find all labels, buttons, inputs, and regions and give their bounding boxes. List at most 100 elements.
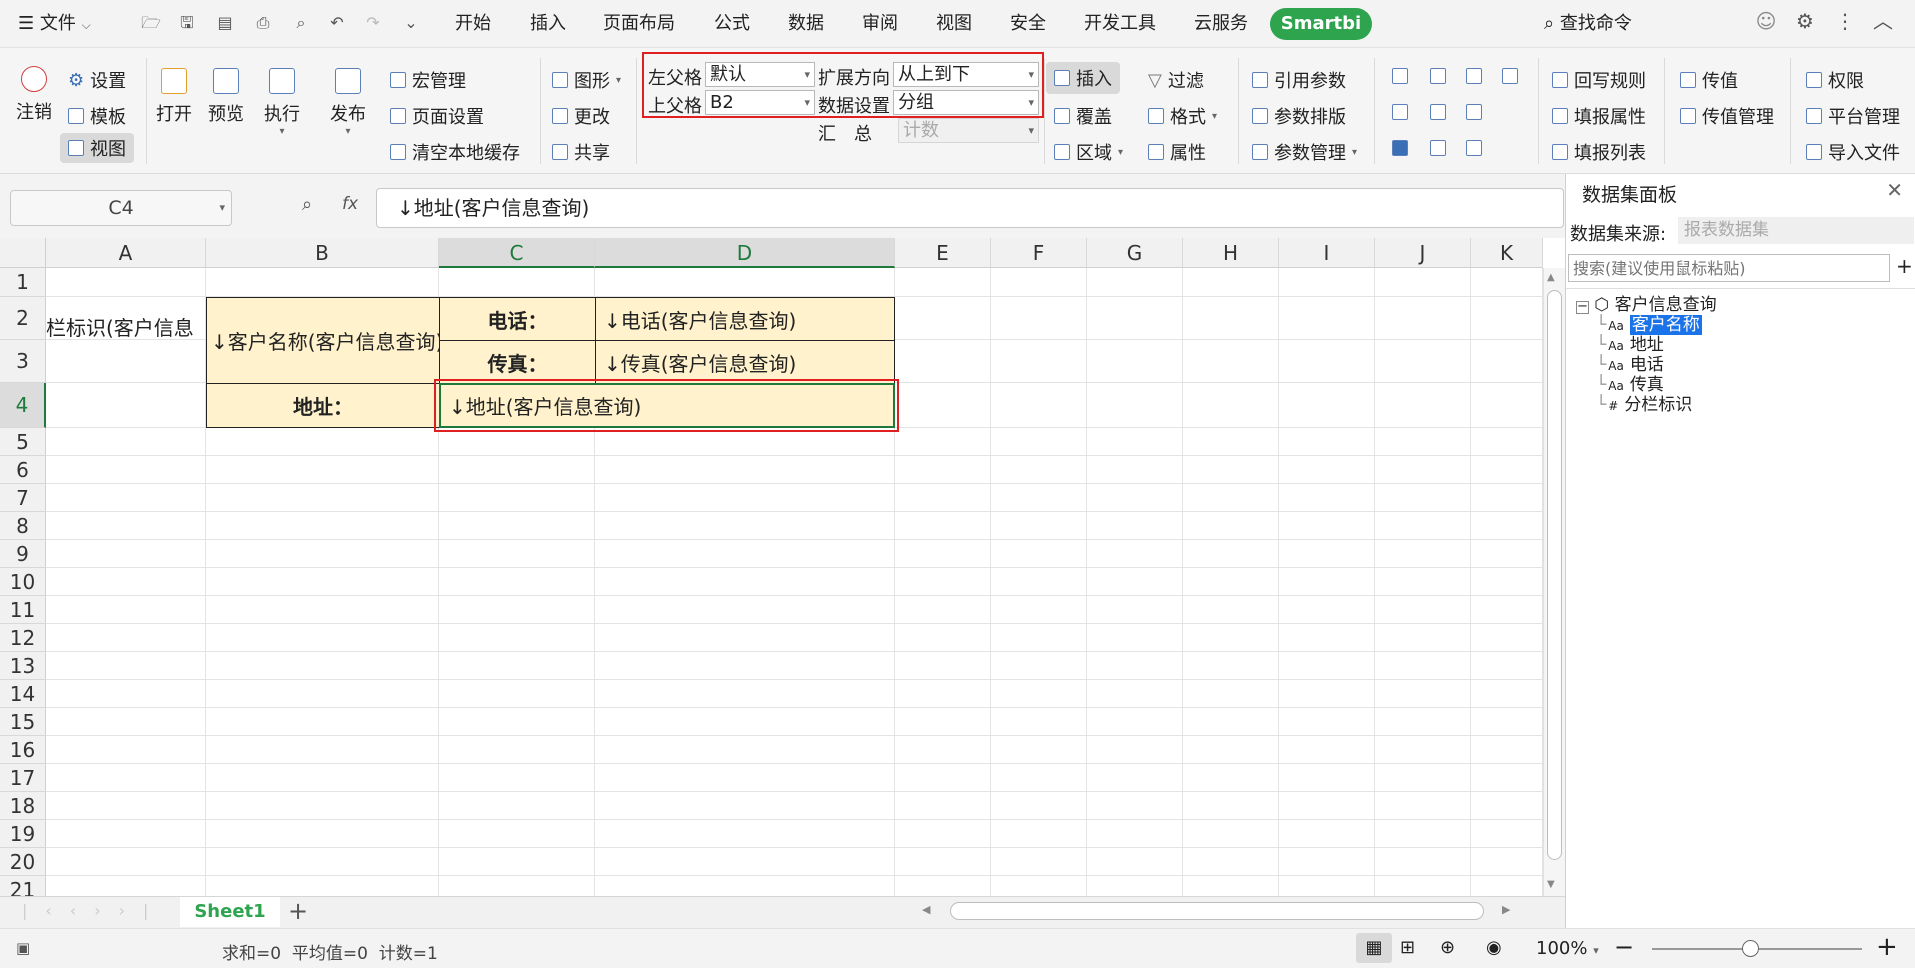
fill-list-button[interactable]: 填报列表 bbox=[1552, 139, 1646, 165]
row-header-10[interactable]: 10 bbox=[0, 568, 46, 596]
row-header-15[interactable]: 15 bbox=[0, 708, 46, 736]
zoom-slider-thumb[interactable] bbox=[1742, 940, 1759, 957]
control-icon-4[interactable] bbox=[1502, 68, 1518, 84]
control-icon-10[interactable] bbox=[1466, 140, 1482, 156]
horizontal-scrollbar[interactable]: ◀ ▶ bbox=[904, 901, 1544, 923]
row-header-9[interactable]: 9 bbox=[0, 540, 46, 568]
template-button[interactable]: 模板 bbox=[68, 103, 126, 129]
control-icon-1[interactable] bbox=[1392, 68, 1408, 84]
publish-button[interactable]: 发布 ▾ bbox=[324, 68, 372, 137]
row-header-11[interactable]: 11 bbox=[0, 596, 46, 624]
cell-a2[interactable]: 栏标识(客户信息 bbox=[46, 304, 206, 348]
gear-icon[interactable]: ⚙ bbox=[1794, 10, 1816, 32]
import-file-button[interactable]: 导入文件 bbox=[1806, 139, 1914, 165]
region-button[interactable]: 区域 ▾ bbox=[1054, 139, 1123, 165]
row-header-3[interactable]: 3 bbox=[0, 340, 46, 383]
param-layout-button[interactable]: 参数排版 bbox=[1252, 103, 1346, 129]
open-button[interactable]: 打开 bbox=[150, 68, 198, 126]
add-sheet-icon[interactable]: + bbox=[288, 897, 308, 925]
zoom-level[interactable]: 100% ▾ bbox=[1536, 938, 1599, 959]
column-header-a[interactable]: A bbox=[46, 238, 206, 268]
filter-button[interactable]: ▽ 过滤 bbox=[1148, 67, 1204, 93]
fill-property-button[interactable]: 填报属性 bbox=[1552, 103, 1646, 129]
summary-select[interactable]: 计数 ▾ bbox=[898, 118, 1039, 143]
insert-mode-button[interactable]: 插入 bbox=[1046, 62, 1120, 94]
ref-param-button[interactable]: 引用参数 bbox=[1252, 67, 1346, 93]
cell-d2[interactable]: ↓电话(客户信息查询) bbox=[595, 297, 895, 341]
row-header-6[interactable]: 6 bbox=[0, 456, 46, 484]
tab-security[interactable]: 安全 bbox=[1010, 10, 1046, 38]
zoom-in-button[interactable]: + bbox=[1876, 932, 1898, 962]
tab-developer-tools[interactable]: 开发工具 bbox=[1084, 10, 1156, 38]
pass-value-button[interactable]: 传值 bbox=[1680, 67, 1738, 93]
tab-formula[interactable]: 公式 bbox=[714, 10, 750, 38]
page-break-view-icon[interactable]: ⊞ bbox=[1400, 937, 1415, 958]
column-header-d[interactable]: D bbox=[595, 238, 895, 268]
column-header-j[interactable]: J bbox=[1375, 238, 1471, 268]
row-header-2[interactable]: 2 bbox=[0, 297, 46, 340]
row-header-20[interactable]: 20 bbox=[0, 848, 46, 876]
platform-manage-button[interactable]: 平台管理 bbox=[1806, 103, 1914, 129]
customize-toolbar-icon[interactable]: ⌄ bbox=[400, 12, 422, 34]
clear-cache-button[interactable]: 清空本地缓存 bbox=[390, 139, 520, 165]
control-icon-7[interactable] bbox=[1466, 104, 1482, 120]
formula-input[interactable]: ↓地址(客户信息查询) bbox=[376, 188, 1564, 228]
control-icon-5[interactable] bbox=[1392, 104, 1408, 120]
permission-button[interactable]: 权限 bbox=[1806, 67, 1864, 93]
row-header-19[interactable]: 19 bbox=[0, 820, 46, 848]
column-header-c[interactable]: C bbox=[439, 238, 595, 268]
writeback-rule-button[interactable]: 回写规则 bbox=[1552, 67, 1646, 93]
row-header-13[interactable]: 13 bbox=[0, 652, 46, 680]
page-layout-view-icon[interactable]: ⊕ bbox=[1440, 937, 1455, 958]
scroll-right-icon[interactable]: ▶ bbox=[1502, 903, 1510, 916]
row-header-18[interactable]: 18 bbox=[0, 792, 46, 820]
tab-smartbi[interactable]: Smartbi bbox=[1270, 8, 1372, 40]
property-button[interactable]: 属性 bbox=[1148, 139, 1206, 165]
format-button[interactable]: 格式 ▾ bbox=[1148, 103, 1217, 129]
share-button[interactable]: 共享 bbox=[552, 139, 610, 165]
column-header-b[interactable]: B bbox=[206, 238, 439, 268]
row-header-8[interactable]: 8 bbox=[0, 512, 46, 540]
export-pdf-icon[interactable]: ▤ bbox=[214, 12, 236, 34]
tab-home[interactable]: 开始 bbox=[455, 10, 491, 38]
preview-button[interactable]: 预览 bbox=[202, 68, 250, 126]
top-parent-select[interactable]: B2 ▾ bbox=[705, 90, 815, 115]
expand-direction-select[interactable]: 从上到下 ▾ bbox=[893, 62, 1039, 87]
cell-c2[interactable]: 电话： bbox=[439, 297, 596, 341]
sheet-nav-icons[interactable]: |‹‹››| bbox=[22, 901, 166, 920]
select-all-corner[interactable] bbox=[0, 238, 46, 268]
column-header-e[interactable]: E bbox=[895, 238, 991, 268]
print-icon[interactable]: ⎙ bbox=[252, 12, 274, 34]
row-header-21[interactable]: 21 bbox=[0, 876, 46, 896]
save-icon[interactable]: 🖫 bbox=[176, 12, 198, 34]
open-folder-icon[interactable]: 🗁 bbox=[140, 12, 162, 34]
param-manage-button[interactable]: 参数管理 ▾ bbox=[1252, 139, 1357, 165]
row-header-5[interactable]: 5 bbox=[0, 428, 46, 456]
cell-b4[interactable]: 地址： bbox=[206, 383, 440, 428]
scroll-thumb[interactable] bbox=[1547, 290, 1562, 860]
execute-button[interactable]: 执行 ▾ bbox=[258, 68, 306, 137]
tab-data[interactable]: 数据 bbox=[788, 10, 824, 38]
control-icon-9[interactable] bbox=[1430, 140, 1446, 156]
change-button[interactable]: 更改 bbox=[552, 103, 610, 129]
close-icon[interactable]: ✕ bbox=[1886, 178, 1903, 202]
print-preview-icon[interactable]: ⌕ bbox=[290, 12, 312, 34]
feedback-icon[interactable]: ☺ bbox=[1755, 10, 1777, 32]
tab-view[interactable]: 视图 bbox=[936, 10, 972, 38]
logout-button[interactable]: 注销 bbox=[10, 66, 58, 124]
cell-c4[interactable]: ↓地址(客户信息查询) bbox=[439, 383, 895, 428]
view-button[interactable]: 视图 bbox=[60, 133, 134, 163]
dropdown-control-icon[interactable] bbox=[1430, 68, 1446, 84]
cell-c3[interactable]: 传真： bbox=[439, 340, 596, 384]
more-icon[interactable]: ⋮ bbox=[1834, 10, 1856, 32]
chart-button[interactable]: 图形 ▾ bbox=[552, 67, 621, 93]
file-menu[interactable]: ☰ 文件 ⌵ bbox=[18, 10, 91, 38]
row-header-14[interactable]: 14 bbox=[0, 680, 46, 708]
tree-field-item[interactable]: └ # 分栏标识 bbox=[1596, 390, 1692, 415]
scroll-down-icon[interactable]: ▼ bbox=[1547, 879, 1555, 890]
collapse-ribbon-icon[interactable]: ︿ bbox=[1872, 10, 1894, 32]
eye-protection-icon[interactable]: ◉ bbox=[1486, 937, 1502, 958]
settings-button[interactable]: ⚙ 设置 bbox=[68, 67, 126, 93]
tab-cloud-service[interactable]: 云服务 bbox=[1194, 10, 1248, 38]
undo-icon[interactable]: ↶ bbox=[326, 12, 348, 34]
